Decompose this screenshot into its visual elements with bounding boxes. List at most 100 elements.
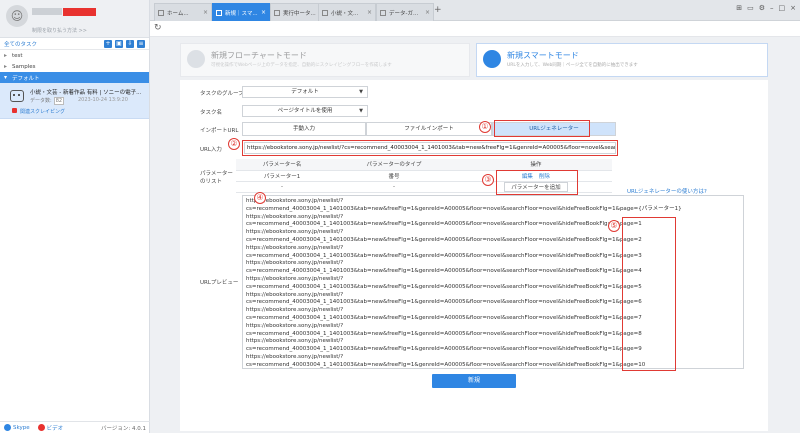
folder-open-icon: ▾ — [4, 74, 8, 81]
tree-item-default[interactable]: ▾ デフォルト — [0, 72, 149, 83]
task-toolbar: 全てのタスク + ▣ ⇩ ≡ — [0, 38, 149, 50]
mode-selector: 新規フローチャートモード 可視化操作でWebページ上のデータを指定、自動的にスク… — [180, 43, 768, 77]
folder-icon: ▸ — [4, 52, 8, 59]
smart-mode-card[interactable]: 新規スマートモード URLを入力して、Web同期｜ページ全てを自動的に抽出できま… — [476, 43, 768, 77]
settings-icon[interactable]: ⚙ — [759, 4, 765, 12]
col-param-name: パラメーター名 — [236, 159, 329, 171]
flowchart-icon — [187, 50, 205, 68]
all-tasks-label[interactable]: 全てのタスク — [4, 40, 101, 48]
close-icon[interactable]: × — [425, 9, 430, 16]
tab-new-smart[interactable]: 新規｜スマ... × — [212, 3, 270, 21]
annotation-box-5 — [622, 217, 676, 371]
related-scraping-link[interactable]: 関連スクレイピング — [20, 108, 65, 115]
annotation-box-2 — [242, 140, 618, 156]
version-label: バージョン: 4.0.1 — [101, 425, 146, 432]
new-task-icon[interactable]: + — [104, 39, 112, 48]
maximize-icon[interactable]: □ — [779, 4, 786, 12]
video-link[interactable]: ビデオ — [47, 424, 64, 432]
group-value: デフォルト — [291, 89, 319, 95]
reload-icon[interactable]: ↻ — [154, 23, 162, 33]
account-header: ☺ 制限を取り払う方法 >> — [0, 0, 149, 38]
tab-data[interactable]: データ-ガ... × — [376, 3, 434, 21]
close-icon[interactable]: × — [203, 9, 208, 16]
page-icon — [216, 9, 222, 16]
task-name-select[interactable]: ページタイトルを使用 ▼ — [242, 105, 368, 117]
tab-home[interactable]: ホーム... × — [154, 3, 212, 21]
url-label: URL入力 — [200, 147, 222, 153]
tree-item-samples[interactable]: ▸ Samples — [0, 61, 149, 72]
page-icon — [322, 9, 328, 16]
tab-label: 新規｜スマ... — [225, 10, 258, 17]
tree-item-label: デフォルト — [12, 75, 40, 82]
task-data-count: データ数: 82 — [30, 97, 66, 105]
skype-icon — [4, 424, 11, 431]
preview-line: https://ebookstore.sony.jp/newlist/? — [246, 198, 344, 204]
annotation-number-5: ⑤ — [608, 220, 620, 232]
tab-bar: ホーム... × 新規｜スマ... × 実行中ータ... × 小説・文... ×… — [150, 0, 800, 21]
avatar[interactable]: ☺ — [6, 5, 28, 27]
data-count-label: データ数: — [30, 98, 52, 104]
skype-link[interactable]: Skype — [13, 425, 30, 431]
annotation-box-1 — [494, 120, 590, 137]
task-date: 2023-10-24 13:9:20 — [78, 97, 128, 103]
video-icon — [37, 424, 45, 431]
preview-label: URLプレビュー — [200, 280, 239, 286]
link-icon — [12, 108, 17, 113]
col-param-type: パラメーターのタイプ — [328, 159, 460, 171]
tab-novel[interactable]: 小説・文... × — [318, 3, 376, 21]
annotation-number-1: ① — [479, 121, 491, 133]
new-folder-icon[interactable]: ▣ — [115, 39, 123, 48]
page-icon — [274, 9, 280, 16]
url-generator-help-link[interactable]: URLジェネレーターの使い方は? — [627, 187, 707, 195]
import-icon[interactable]: ⇩ — [126, 39, 134, 48]
task-card[interactable]: 小説・文芸 - 新着作品 有料 | ソニーの電子... データ数: 82 2023… — [0, 83, 149, 119]
sidebar-footer: Skype ビデオ バージョン: 4.0.1 — [0, 421, 150, 433]
tab-label: ホーム... — [167, 10, 189, 17]
param-type-cell: 番号 — [328, 170, 460, 182]
tab-label: 実行中ータ... — [283, 10, 316, 17]
username-redacted — [32, 8, 62, 15]
task-title: 小説・文芸 - 新着作品 有料 | ソニーの電子... — [30, 90, 142, 96]
tree-item-label: test — [12, 52, 23, 59]
annotation-number-3: ③ — [482, 174, 494, 186]
folder-icon: ▸ — [4, 63, 8, 70]
robot-icon — [483, 50, 501, 68]
tree-item-label: Samples — [12, 63, 36, 70]
settings-icon[interactable]: ≡ — [137, 39, 145, 48]
notification-icon[interactable]: ▭ — [747, 4, 754, 12]
home-icon — [158, 9, 164, 16]
close-icon[interactable]: × — [261, 9, 266, 16]
window-controls: ⊞ ▭ ⚙ – □ × — [736, 4, 796, 12]
file-import-option[interactable]: ファイルインポート — [366, 122, 492, 136]
create-button[interactable]: 新規 — [432, 374, 516, 388]
minimize-icon[interactable]: – — [770, 4, 774, 12]
mode-desc: URLを入力して、Web同期｜ページ全てを自動的に抽出できます — [507, 63, 638, 68]
close-icon[interactable]: × — [367, 9, 372, 16]
close-window-icon[interactable]: × — [790, 4, 796, 12]
tab-label: 小説・文... — [331, 10, 359, 17]
tab-label: データ-ガ... — [389, 10, 419, 17]
mode-title: 新規フローチャートモード — [211, 51, 307, 60]
add-tab-icon[interactable]: + — [434, 5, 442, 15]
name-label: タスク名 — [200, 110, 223, 116]
empty-cell: - — [236, 181, 329, 193]
task-form: タスクのグループ デフォルト ▼ タスク名 ページタイトルを使用 ▼ インポート… — [180, 80, 768, 431]
tree-item-test[interactable]: ▸ test — [0, 50, 149, 61]
chevron-down-icon: ▼ — [359, 108, 363, 114]
promo-link[interactable]: 制限を取り払う方法 >> — [32, 27, 87, 34]
chevron-down-icon: ▼ — [359, 89, 363, 95]
annotation-number-4: ④ — [254, 192, 266, 204]
import-label: インポートURL — [200, 128, 239, 134]
pin-icon[interactable]: ⊞ — [736, 4, 742, 12]
robot-icon — [10, 90, 24, 102]
annotation-box-3 — [496, 170, 578, 195]
sidebar: ☺ 制限を取り払う方法 >> 全てのタスク + ▣ ⇩ ≡ ▸ test ▸ S… — [0, 0, 150, 433]
task-name-value: ページタイトルを使用 — [277, 108, 333, 114]
flowchart-mode-card[interactable]: 新規フローチャートモード 可視化操作でWebページ上のデータを指定、自動的にスク… — [180, 43, 470, 77]
empty-cell: - — [328, 181, 460, 193]
mode-desc: 可視化操作でWebページ上のデータを指定、自動的にスクレイピングフローを作成しま… — [211, 63, 392, 68]
annotation-number-2: ② — [228, 138, 240, 150]
col-operation: 操作 — [459, 159, 612, 171]
group-select[interactable]: デフォルト ▼ — [242, 86, 368, 98]
manual-input-option[interactable]: 手動入力 — [242, 122, 366, 136]
